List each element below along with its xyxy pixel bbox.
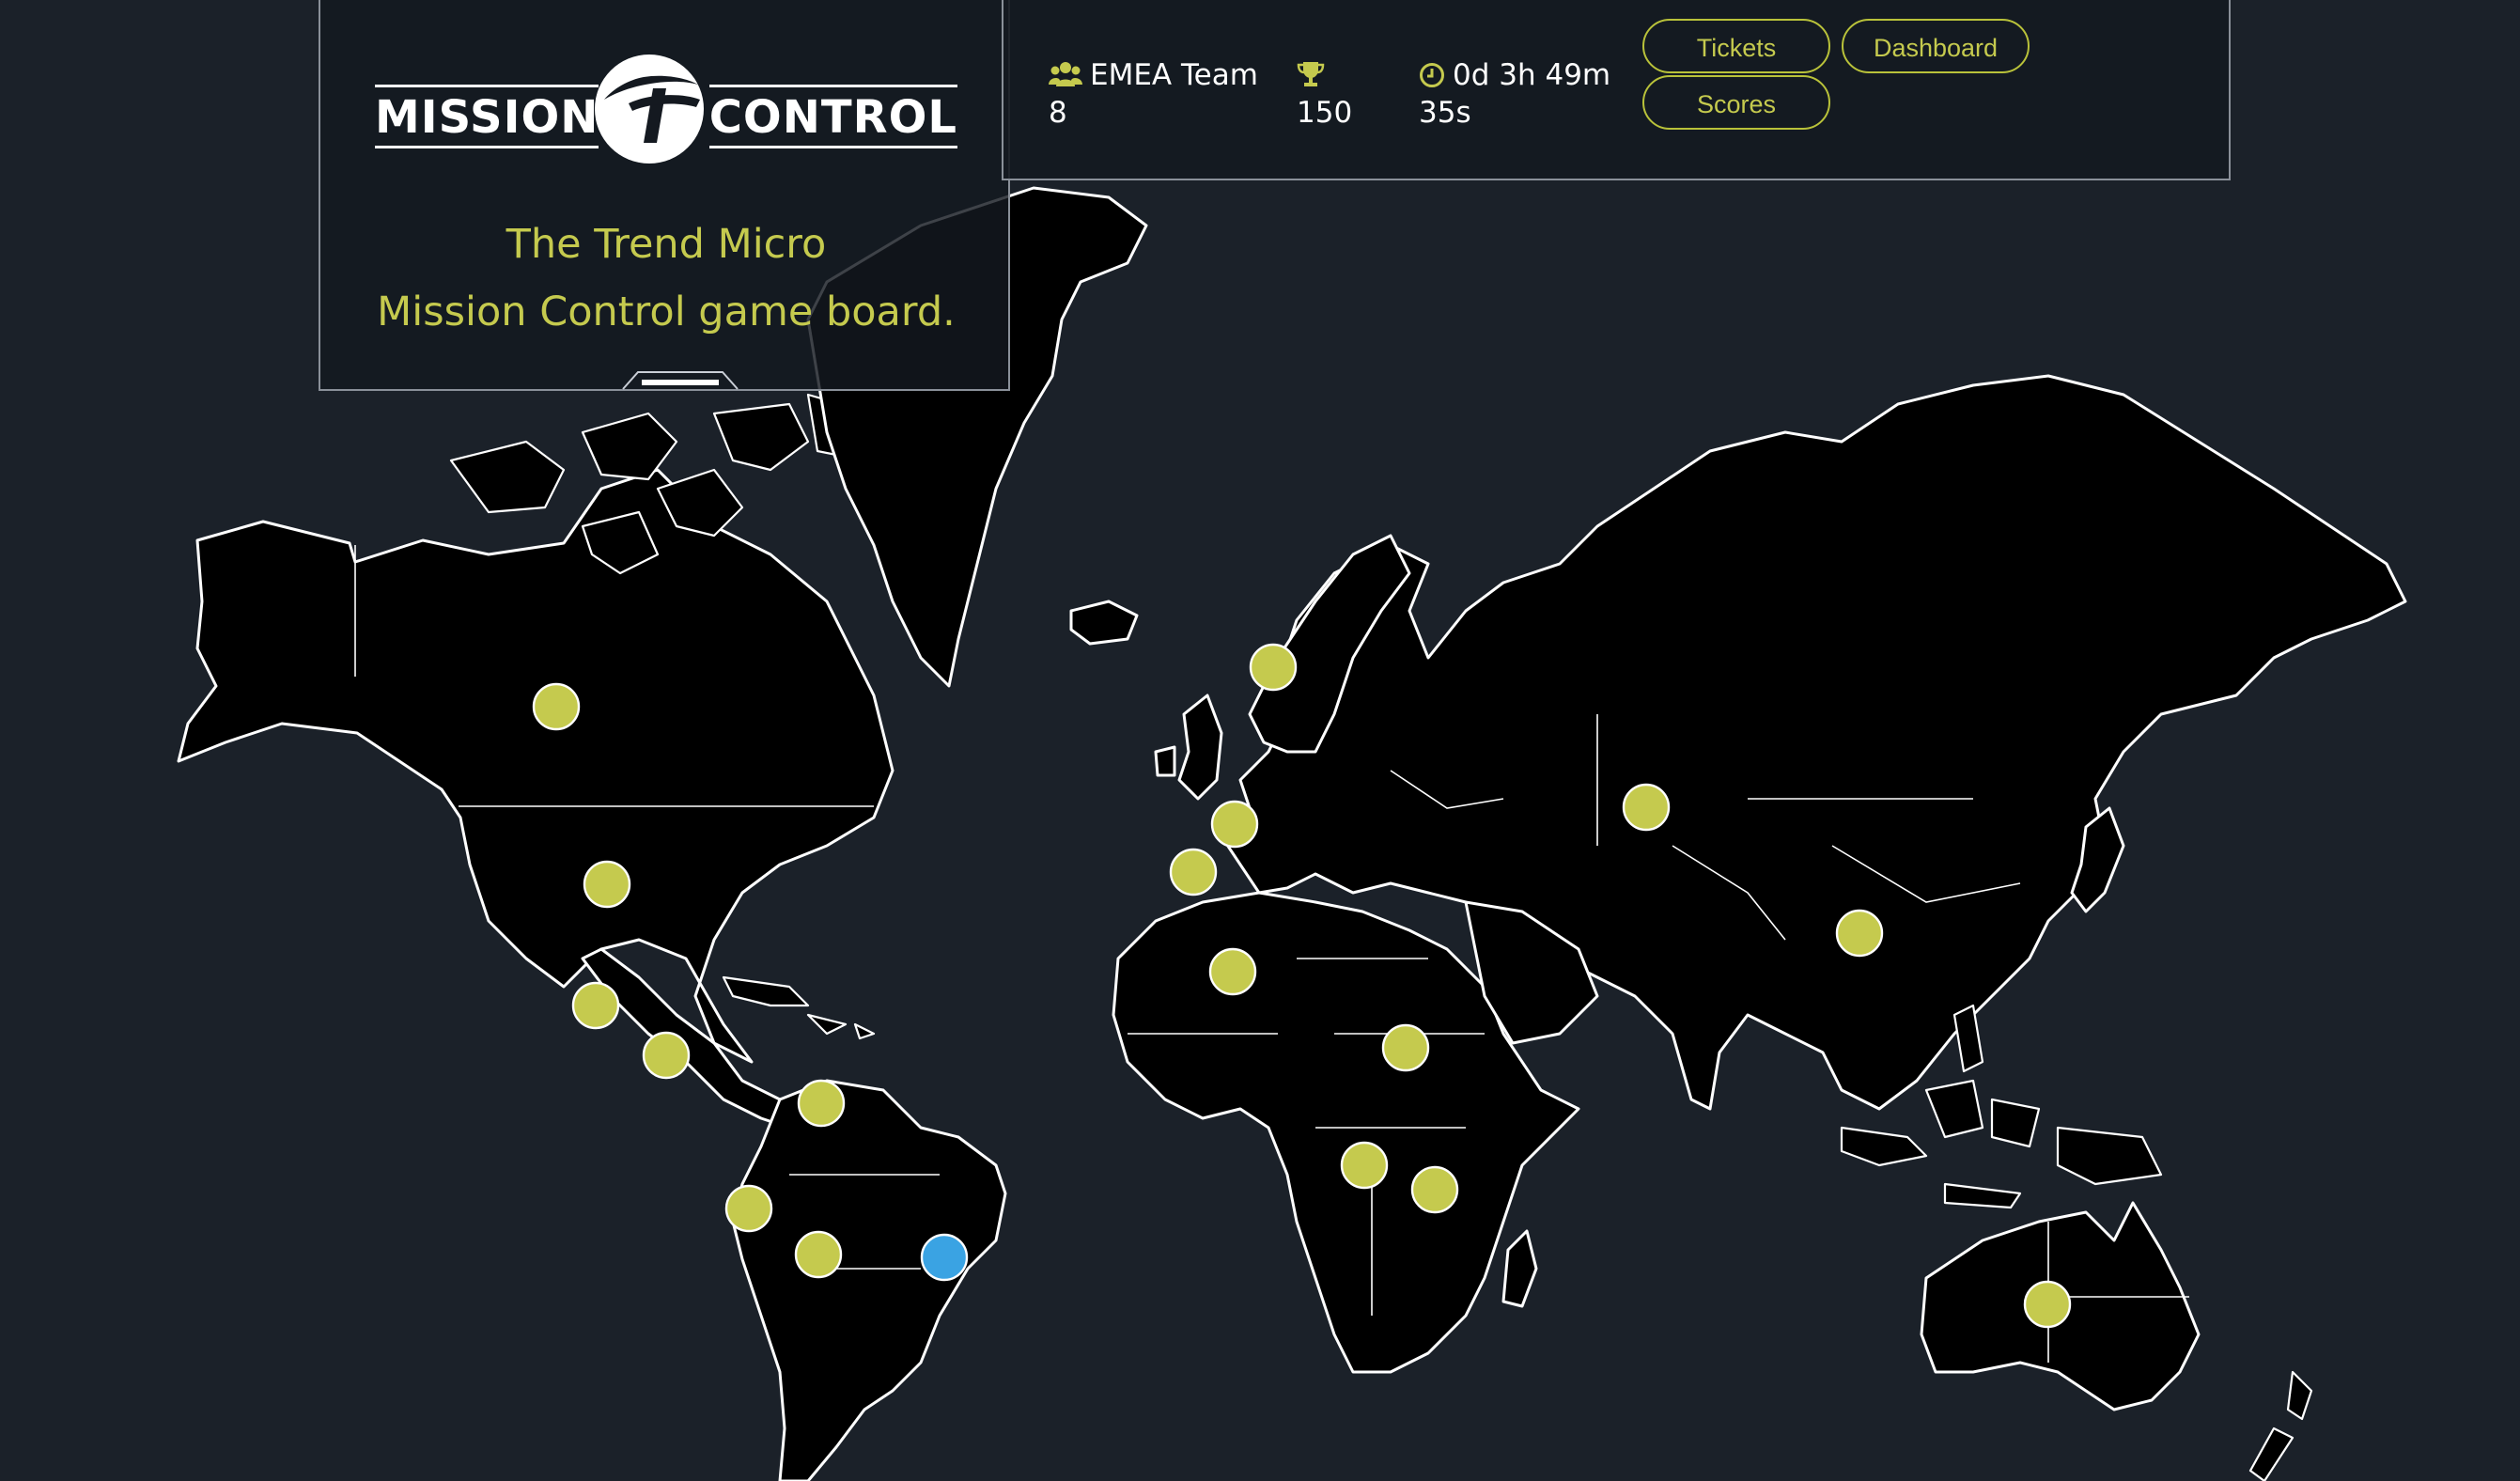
logo-word-control: CONTROL bbox=[708, 85, 957, 148]
map-marker-central-africa[interactable] bbox=[1340, 1141, 1389, 1190]
map-marker-peru[interactable] bbox=[724, 1184, 773, 1233]
map-marker-iberia[interactable] bbox=[1169, 848, 1218, 896]
trend-micro-logo-icon bbox=[595, 55, 704, 164]
dashboard-button[interactable]: Dashboard bbox=[1842, 19, 2030, 73]
map-marker-australia[interactable] bbox=[2023, 1280, 2072, 1329]
map-marker-east-africa[interactable] bbox=[1410, 1165, 1459, 1214]
timer-stat: 0d 3h 49m bbox=[1419, 56, 1610, 94]
trophy-icon bbox=[1297, 62, 1325, 86]
map-marker-colombia-venezuela[interactable] bbox=[797, 1079, 846, 1128]
map-marker-united-states[interactable] bbox=[583, 860, 631, 909]
landmass-iceland bbox=[1069, 600, 1139, 646]
landmass-new-zealand bbox=[2248, 1370, 2313, 1481]
landmass-south-america bbox=[731, 1079, 1007, 1481]
map-marker-central-america[interactable] bbox=[642, 1031, 691, 1080]
mission-control-logo: MISSION CONTROL bbox=[375, 51, 957, 173]
team-stat: EMEA Team bbox=[1049, 56, 1258, 94]
map-marker-canada[interactable] bbox=[532, 682, 581, 731]
map-marker-norway[interactable] bbox=[1249, 643, 1298, 692]
timer-seconds: 35s bbox=[1419, 96, 1471, 130]
landmass-caribbean bbox=[722, 975, 876, 1040]
map-marker-brazil[interactable] bbox=[920, 1233, 969, 1282]
tickets-button[interactable]: Tickets bbox=[1642, 19, 1830, 73]
tagline-line-1: The Trend Micro bbox=[506, 221, 827, 268]
landmass-madagascar bbox=[1501, 1229, 1538, 1308]
scores-button[interactable]: Scores bbox=[1642, 75, 1830, 130]
map-marker-mexico[interactable] bbox=[571, 981, 620, 1030]
map-marker-bolivia[interactable] bbox=[794, 1230, 843, 1279]
clock-icon bbox=[1420, 63, 1444, 87]
status-panel: EMEA Team 8 150 0d 3h 49m 35s Tickets Da… bbox=[1002, 0, 2231, 180]
tagline-line-2: Mission Control game board. bbox=[377, 288, 956, 335]
tagline: The Trend Micro Mission Control game boa… bbox=[320, 210, 1012, 346]
logo-panel: MISSION CONTROL The Trend Micro Mission … bbox=[319, 0, 1010, 391]
timer-value: 0d 3h 49m bbox=[1453, 58, 1611, 92]
game-board: MISSION CONTROL The Trend Micro Mission … bbox=[0, 0, 2520, 1481]
logo-word-mission: MISSION bbox=[375, 85, 599, 148]
map-marker-sudan[interactable] bbox=[1381, 1023, 1430, 1072]
panel-collapse-handle[interactable] bbox=[621, 370, 739, 391]
score-stat bbox=[1297, 56, 1332, 94]
map-marker-kazakhstan[interactable] bbox=[1622, 783, 1671, 832]
team-member-count: 8 bbox=[1049, 96, 1067, 130]
landmass-british-isles bbox=[1154, 694, 1223, 801]
map-marker-france[interactable] bbox=[1210, 800, 1259, 849]
landmass-north-america bbox=[177, 468, 894, 1064]
users-icon bbox=[1049, 62, 1082, 86]
map-marker-china[interactable] bbox=[1835, 909, 1884, 958]
team-name: EMEA Team bbox=[1090, 58, 1258, 92]
map-marker-north-west-africa[interactable] bbox=[1208, 947, 1257, 996]
score-value: 150 bbox=[1297, 96, 1353, 130]
